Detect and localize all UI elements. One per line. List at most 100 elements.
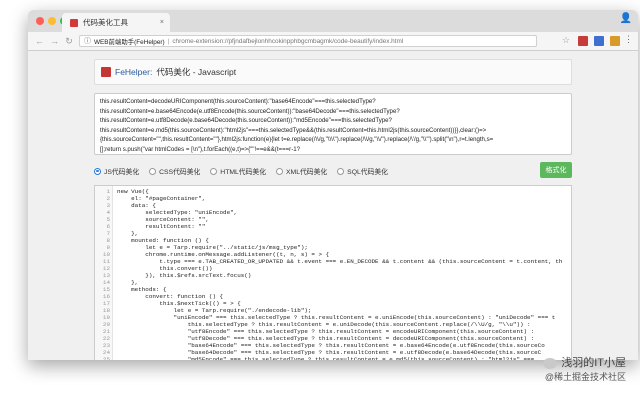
wechat-icon: [543, 357, 558, 369]
code-line: t.type === e.TAB_CREATED_OR_UPDATED && t…: [117, 258, 563, 265]
formatted-code: new Vue({ el: "#pageContainer", data: { …: [113, 186, 571, 360]
line-number: 24: [102, 349, 110, 356]
line-number: 20: [102, 321, 110, 328]
line-number: 21: [102, 328, 110, 335]
line-number: 2: [106, 195, 110, 202]
code-line: let e = Tarp.require("./endecode-lib");: [117, 307, 312, 314]
code-line: "md5Encode" === this.selectedType ? this…: [117, 356, 535, 360]
code-line: this.selectedType ? this.resultContent =…: [117, 321, 531, 328]
extension-icon[interactable]: [610, 36, 620, 46]
radio-circle-icon[interactable]: [337, 167, 345, 175]
page-info-icon[interactable]: ⓘ: [84, 36, 91, 46]
code-line: methods: {: [117, 286, 167, 293]
window-close-icon[interactable]: [36, 17, 44, 25]
page-title: 代码美化 - Javascript: [156, 67, 237, 77]
code-line: el: "#pageContainer",: [117, 195, 206, 202]
code-line: resultContent: "": [117, 223, 206, 230]
format-options: JS代码美化 CSS代码美化 HTML代码美化 XML代码美化 SQL代码美化 格式化: [94, 162, 572, 179]
radio-circle-icon[interactable]: [94, 167, 101, 175]
line-number: 25: [102, 356, 110, 360]
browser-tab[interactable]: 代码美化工具 ×: [62, 13, 170, 32]
bookmark-star-icon[interactable]: ☆: [562, 35, 570, 46]
radio-circle-icon[interactable]: [276, 167, 283, 175]
radio-option[interactable]: HTML代码美化: [210, 166, 266, 176]
input-line: this.resultContent=e.base64Encode(e.utf8…: [100, 107, 400, 115]
code-line: new Vue({: [117, 188, 149, 195]
input-line: [];return s.push("var htmlCodes = [\n"),…: [100, 145, 301, 153]
browser-window: 代码美化工具 × 👤 ← → ↻ ⓘ WEB前端助手(FeHelper) | c…: [28, 10, 638, 360]
radio-option[interactable]: SQL代码美化: [337, 166, 388, 176]
radio-label: CSS代码美化: [159, 169, 201, 176]
line-number: 11: [102, 258, 110, 265]
code-line: selectedType: "uniEncode",: [117, 209, 238, 216]
format-button[interactable]: 格式化: [540, 162, 572, 178]
code-line: "utf8Decode" === this.selectedType ? thi…: [117, 335, 535, 342]
watermark-line1: 浅羽的IT小屋: [561, 357, 626, 369]
brand-name: FeHelper:: [115, 67, 153, 77]
menu-icon[interactable]: ⋮: [624, 34, 633, 45]
page-body: FeHelper: 代码美化 - Javascript this.resultC…: [28, 51, 638, 360]
line-number: 17: [102, 300, 110, 307]
code-line: },: [117, 230, 139, 237]
line-number: 13: [102, 272, 110, 279]
input-line: {this.sourceContent="",this.resultConten…: [100, 136, 494, 144]
input-line: this.resultContent=decodeURIComponent(th…: [100, 98, 376, 105]
radio-option[interactable]: CSS代码美化: [149, 166, 200, 176]
tab-close-icon[interactable]: ×: [160, 19, 164, 26]
code-line: sourceContent: "",: [117, 216, 209, 223]
line-numbers: 1 2 3 4 5 6 7 8 9 10 11 12 13 14 15 16 17 18 19 20 21 22 23 24 2…: [95, 186, 113, 360]
result-code-view[interactable]: 1 2 3 4 5 6 7 8 9 10 11 12 13 14 15 16 17 18 19 20 21 22 23 24 2…: [94, 185, 572, 360]
back-icon[interactable]: ←: [35, 36, 44, 46]
code-line: },: [117, 279, 139, 286]
radio-label: XML代码美化: [286, 169, 328, 176]
radio-label: SQL代码美化: [347, 169, 388, 176]
source-code-input[interactable]: this.resultContent=decodeURIComponent(th…: [94, 93, 572, 155]
line-number: 9: [106, 244, 110, 251]
input-line: this.resultContent=e.md5(this.sourceCont…: [100, 126, 487, 134]
forward-icon[interactable]: →: [50, 36, 59, 46]
line-number: 19: [102, 314, 110, 321]
profile-icon[interactable]: 👤: [620, 13, 632, 24]
radio-label: JS代码美化: [104, 169, 140, 176]
reload-icon[interactable]: ↻: [65, 36, 73, 47]
line-number: 18: [102, 307, 110, 314]
line-number: 15: [102, 286, 110, 293]
line-number: 1: [106, 188, 110, 195]
code-line: mounted: function () {: [117, 237, 209, 244]
code-line: this.convert()): [117, 265, 213, 272]
line-number: 16: [102, 293, 110, 300]
code-line: convert: function () {: [117, 293, 224, 300]
tab-title: 代码美化工具: [83, 18, 128, 27]
page-header: FeHelper: 代码美化 - Javascript: [94, 59, 572, 85]
address-site: WEB前端助手(FeHelper): [94, 38, 165, 46]
radio-label: HTML代码美化: [220, 169, 266, 176]
code-line: "base64Encode" === this.selectedType ? t…: [117, 342, 545, 349]
line-number: 12: [102, 265, 110, 272]
fehelper-extension-icon[interactable]: [578, 36, 588, 46]
code-line: "utf8Encode" === this.selectedType ? thi…: [117, 328, 535, 335]
window-minimize-icon[interactable]: [48, 17, 56, 25]
code-line: }), this.$refs.srcText.focus(): [117, 272, 252, 279]
radio-option[interactable]: JS代码美化: [94, 166, 139, 176]
fehelper-favicon-icon: [70, 18, 78, 27]
code-line: let e = Tarp.require("../static/js/msg_t…: [117, 244, 308, 251]
main-content: FeHelper: 代码美化 - Javascript this.resultC…: [94, 59, 572, 360]
extension-icon[interactable]: [594, 36, 604, 46]
line-number: 23: [102, 342, 110, 349]
radio-circle-icon[interactable]: [149, 167, 157, 175]
input-line: this.resultContent=e.utf8Decode(e.base64…: [100, 117, 392, 125]
line-number: 4: [106, 209, 110, 216]
code-line: "uniEncode" === this.selectedType ? this…: [117, 314, 556, 321]
fehelper-logo-icon: [101, 67, 111, 77]
code-line: chrome.runtime.onMessage.addListener((t,…: [117, 251, 330, 258]
radio-option[interactable]: XML代码美化: [276, 166, 327, 176]
watermark: 浅羽的IT小屋 @稀土掘金技术社区: [543, 356, 626, 384]
line-number: 22: [102, 335, 110, 342]
line-number: 5: [106, 216, 110, 223]
line-number: 14: [102, 279, 110, 286]
address-bar[interactable]: ⓘ WEB前端助手(FeHelper) | chrome-extension:/…: [79, 35, 537, 47]
browser-toolbar: ← → ↻ ⓘ WEB前端助手(FeHelper) | chrome-exten…: [28, 32, 638, 51]
radio-circle-icon[interactable]: [210, 167, 218, 175]
address-separator: |: [167, 37, 170, 45]
code-line: this.$nextTick(() = > {: [117, 300, 241, 307]
